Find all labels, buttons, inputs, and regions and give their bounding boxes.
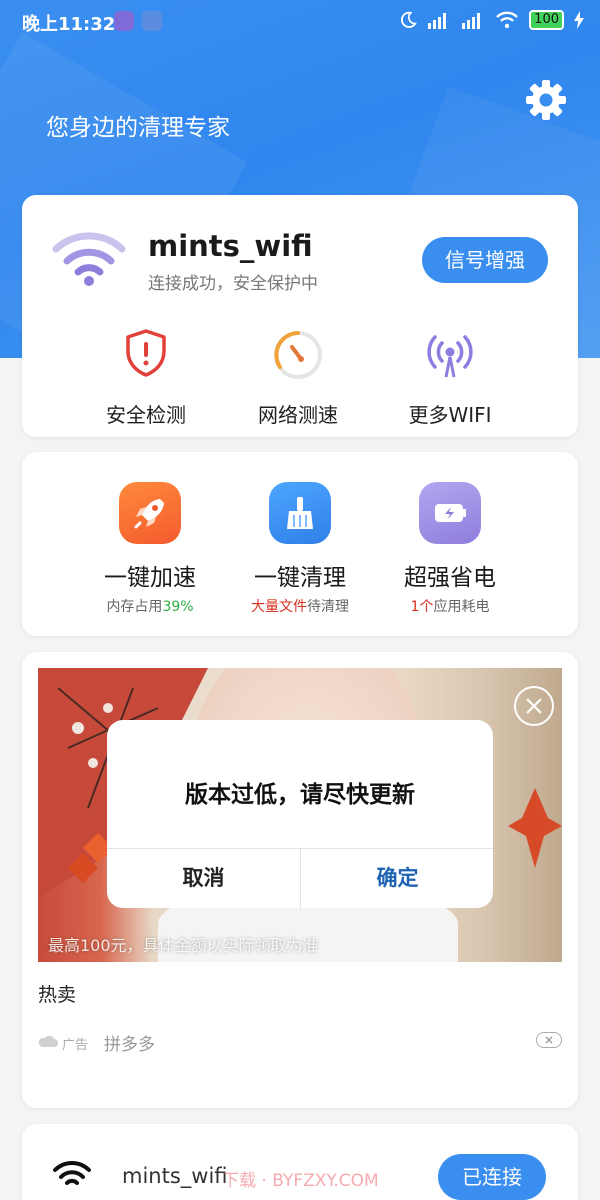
page-title: 您身边的清理专家 [46,115,230,141]
dismiss-ad-icon[interactable] [536,1032,562,1048]
cancel-button[interactable]: 取消 [107,849,300,908]
close-icon[interactable] [514,686,554,726]
ad-cloud-icon [38,1036,58,1047]
dialog-message: 版本过低，请尽快更新 [185,782,415,808]
signal-boost-button[interactable]: 信号增强 [422,237,548,283]
tool-title: 一键清理 [254,565,346,591]
tool-subtitle: 1个应用耗电 [410,599,490,615]
connected-button[interactable]: 已连接 [438,1154,546,1200]
more-wifi-button[interactable]: 更多WIFI [390,325,510,428]
connected-wifi-card: mints_wifi 下载 · BYFZXY.COM 已连接 [22,1124,578,1200]
wifi-connection-status: 连接成功，安全保护中 [148,274,318,294]
tools-card: 一键加速 内存占用39% 一键清理 大量文件待清理 超强省电 1个应用耗电 [22,452,578,636]
status-bar: 晚上11:32 100 [0,0,600,42]
battery-indicator: 100 [529,10,564,30]
charging-icon [574,11,584,29]
tool-subtitle: 内存占用39% [106,599,194,615]
moon-icon [401,11,418,28]
battery-icon [435,504,466,522]
connected-ssid: mints_wifi [122,1164,228,1188]
feature-label: 更多WIFI [408,403,492,427]
tool-title: 超强省电 [404,565,496,591]
wifi-ssid: mints_wifi [148,229,313,263]
security-check-button[interactable]: 安全检测 [86,325,206,428]
confirm-button[interactable]: 确定 [301,849,493,908]
tool-subtitle: 大量文件待清理 [251,599,349,615]
ad-image-caption: 最高100元，具体金额以实际领取为准 [48,936,319,955]
signal-icon [428,13,447,29]
gear-icon[interactable] [524,78,568,122]
one-click-boost-button[interactable]: 一键加速 内存占用39% [85,482,215,616]
watermark-text: 下载 · BYFZXY.COM [222,1171,379,1191]
notification-app-icon [114,11,134,31]
rocket-icon [134,499,164,529]
tool-title: 一键加速 [104,565,196,591]
status-time: 晚上11:32 [22,14,116,35]
notification-app-icon [142,11,162,31]
ad-brand: 拼多多 [104,1035,155,1055]
signal-icon [462,13,481,29]
antenna-icon [427,335,473,378]
ad-label: 广告 [62,1038,89,1053]
speedometer-icon [274,331,322,379]
wifi-icon [52,232,126,286]
speed-test-button[interactable]: 网络测速 [238,325,358,428]
feature-label: 网络测速 [258,403,338,427]
broom-icon [287,497,313,529]
update-dialog: 版本过低，请尽快更新 取消 确定 [107,720,493,908]
wifi-icon [53,1160,91,1185]
one-click-clean-button[interactable]: 一键清理 大量文件待清理 [235,482,365,616]
wifi-status-card: mints_wifi 连接成功，安全保护中 信号增强 安全检测 网络测速 更多W… [22,195,578,437]
decorative-leaf [508,788,562,868]
power-saving-button[interactable]: 超强省电 1个应用耗电 [385,482,515,616]
ad-title[interactable]: 热卖 [38,980,76,1007]
wifi-status-icon [496,11,519,29]
shield-alert-icon [126,329,166,377]
feature-label: 安全检测 [106,403,186,427]
